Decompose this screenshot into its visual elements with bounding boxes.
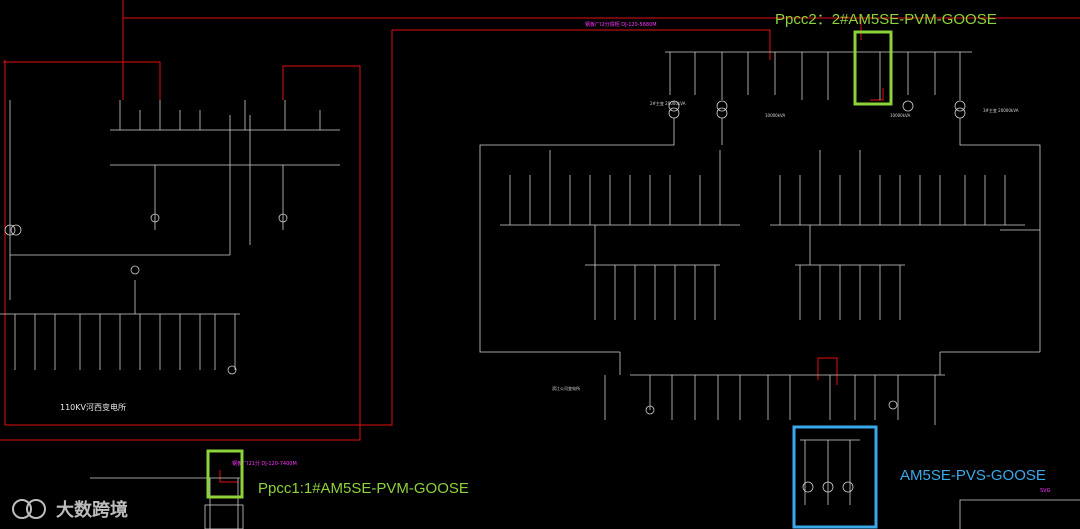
transformer-label-2: 3#主变 20000kVA xyxy=(983,107,1019,113)
wiring-diagram: 110KV河西变电所 2#主变 20000kVA 3#主变 20000kVA 1… xyxy=(0,0,1080,529)
ppcc2-highlight-box xyxy=(853,30,893,106)
main-substation: 2#主变 20000kVA 3#主变 20000kVA 10000kVA 100… xyxy=(90,51,1080,529)
scada-single-line-diagram: 110KV河西变电所 2#主变 20000kVA 3#主变 20000kVA 1… xyxy=(0,0,1080,529)
substation-left-label: 110KV河西变电所 xyxy=(60,402,126,412)
line-label-top: 钢板厂I2分馈柜 DJ-120-5680M xyxy=(585,21,657,28)
ppcc1-annotation: Ppcc1:1#AM5SE-PVM-GOOSE xyxy=(258,480,469,497)
transformer-label-1: 2#主变 20000kVA xyxy=(650,100,686,106)
ppcc2-annotation: Ppcc2：2#AM5SE-PVM-GOOSE xyxy=(775,11,997,28)
left-substation: 110KV河西变电所 xyxy=(0,100,340,412)
red-feeder-lines xyxy=(0,0,1080,483)
ppcc1-highlight-box xyxy=(206,449,244,499)
cap-label-1: 10000kVA xyxy=(765,113,786,118)
watermark: 大数跨境 xyxy=(12,499,128,521)
station-svg-label: SVG xyxy=(1040,488,1051,494)
watermark-text: 大数跨境 xyxy=(56,499,128,521)
pvs-annotation: AM5SE-PVS-GOOSE xyxy=(900,467,1046,484)
pvs-highlight-box xyxy=(792,425,878,529)
cap-label-2: 10000kVA xyxy=(890,113,911,118)
substation-mid-label: 滨江公司变电所 xyxy=(552,385,580,391)
